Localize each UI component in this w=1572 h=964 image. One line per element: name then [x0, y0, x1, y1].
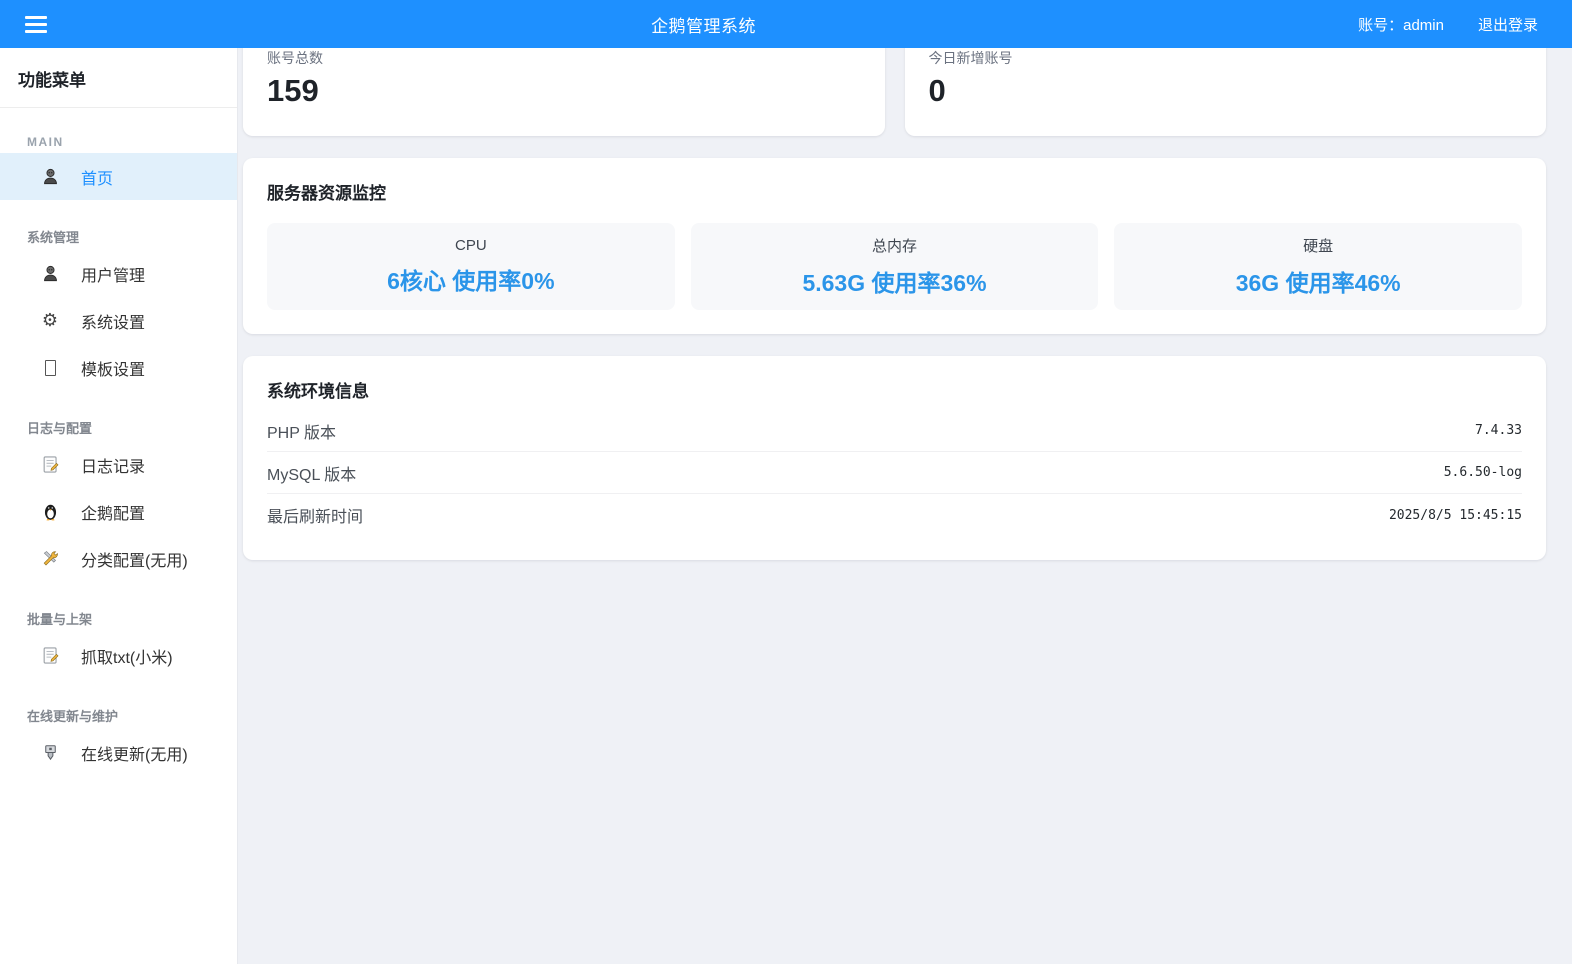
sidebar-item[interactable]: ⚙ 系统设置	[0, 297, 237, 344]
sidebar: 功能菜单 MAIN 首页系统管理用户管理 ⚙ 系统设置模板设置日志与配置日志记录企鹅配…	[0, 48, 238, 964]
menu-icon[interactable]	[25, 12, 49, 37]
app-title: 企鹅管理系统	[49, 12, 1358, 37]
env-row: MySQL 版本 5.6.50-log	[267, 452, 1522, 494]
gear-icon: ⚙	[40, 311, 60, 331]
env-rows: PHP 版本 7.4.33 MySQL 版本 5.6.50-log 最后刷新时间 2025…	[267, 410, 1522, 536]
sidebar-title: 功能菜单	[0, 48, 237, 108]
logout-button[interactable]: 退出登录	[1478, 14, 1538, 35]
sidebar-item-label: 系统设置	[81, 309, 145, 333]
sidebar-item[interactable]: 分类配置(无用)	[0, 535, 237, 582]
env-row-label: PHP 版本	[267, 419, 336, 443]
sidebar-section-label: 在线更新与维护	[27, 706, 237, 725]
tools-icon	[40, 549, 60, 569]
sidebar-item-label: 抓取txt(小米)	[81, 644, 173, 668]
sidebar-sections: MAIN 首页系统管理用户管理 ⚙ 系统设置模板设置日志与配置日志记录企鹅配置分类配置…	[0, 135, 237, 776]
sidebar-item-label: 在线更新(无用)	[81, 741, 188, 765]
monitor-label: 硬盘	[1303, 235, 1333, 256]
env-row-label: 最后刷新时间	[267, 503, 363, 527]
sidebar-section-label: 系统管理	[27, 227, 237, 246]
person-icon	[40, 167, 60, 187]
memo-icon	[40, 455, 60, 475]
env-row-value: 2025/8/5 15:45:15	[1389, 508, 1522, 523]
sidebar-item-label: 分类配置(无用)	[81, 547, 188, 571]
monitor-value: 6核心 使用率0%	[387, 262, 554, 296]
sidebar-item[interactable]: 日志记录	[0, 441, 237, 488]
sidebar-item[interactable]: 抓取txt(小米)	[0, 632, 237, 679]
monitor-card: CPU 6核心 使用率0%	[267, 223, 675, 310]
main-content: 账号总数 159 今日新增账号 0 服务器资源监控 CPU 6核心 使用率0% 总内存 5.…	[238, 0, 1572, 560]
sidebar-item-label: 用户管理	[81, 262, 145, 286]
sidebar-item[interactable]: 首页	[0, 153, 237, 200]
monitor-value: 5.63G 使用率36%	[802, 264, 986, 298]
sidebar-item-label: 企鹅配置	[81, 500, 145, 524]
sidebar-section-label: 批量与上架	[27, 609, 237, 628]
env-row-value: 5.6.50-log	[1444, 465, 1522, 480]
monitor-label: 总内存	[872, 235, 917, 256]
stat-label: 今日新增账号	[929, 48, 1523, 68]
env-row: PHP 版本 7.4.33	[267, 410, 1522, 452]
env-row-value: 7.4.33	[1475, 423, 1522, 438]
monitor-title: 服务器资源监控	[267, 179, 1522, 204]
env-title: 系统环境信息	[267, 377, 1522, 402]
env-row-label: MySQL 版本	[267, 461, 356, 485]
stat-label: 账号总数	[267, 48, 861, 68]
penguin-icon	[40, 502, 60, 522]
sidebar-section-label: 日志与配置	[27, 418, 237, 437]
sidebar-section-label: MAIN	[27, 135, 237, 149]
topbar: 企鹅管理系统 账号：admin 退出登录	[0, 0, 1572, 48]
monitor-cards: CPU 6核心 使用率0% 总内存 5.63G 使用率36% 硬盘 36G 使用率46%	[267, 223, 1522, 310]
sidebar-item-label: 模板设置	[81, 356, 145, 380]
monitor-value: 36G 使用率46%	[1236, 264, 1401, 298]
monitor-label: CPU	[455, 237, 487, 254]
env-row: 最后刷新时间 2025/8/5 15:45:15	[267, 494, 1522, 536]
account-label: 账号：admin	[1358, 14, 1444, 35]
sidebar-item-label: 日志记录	[81, 453, 145, 477]
stat-value: 159	[267, 74, 861, 108]
env-panel: 系统环境信息 PHP 版本 7.4.33 MySQL 版本 5.6.50-log 最后刷…	[243, 356, 1546, 560]
sidebar-item[interactable]: 企鹅配置	[0, 488, 237, 535]
sidebar-item-label: 首页	[81, 165, 113, 189]
stat-value: 0	[929, 74, 1523, 108]
topbar-account-area: 账号：admin 退出登录	[1358, 14, 1538, 35]
monitor-card: 总内存 5.63G 使用率36%	[691, 223, 1099, 310]
memo-icon	[40, 646, 60, 666]
person-icon	[40, 264, 60, 284]
sidebar-item[interactable]: 模板设置	[0, 344, 237, 391]
tofu-icon	[40, 358, 60, 378]
monitor-card: 硬盘 36G 使用率46%	[1114, 223, 1522, 310]
sidebar-item[interactable]: 用户管理	[0, 250, 237, 297]
clamp-icon	[40, 743, 60, 763]
monitor-panel: 服务器资源监控 CPU 6核心 使用率0% 总内存 5.63G 使用率36% 硬盘 36G…	[243, 158, 1546, 334]
sidebar-item[interactable]: 在线更新(无用)	[0, 729, 237, 776]
